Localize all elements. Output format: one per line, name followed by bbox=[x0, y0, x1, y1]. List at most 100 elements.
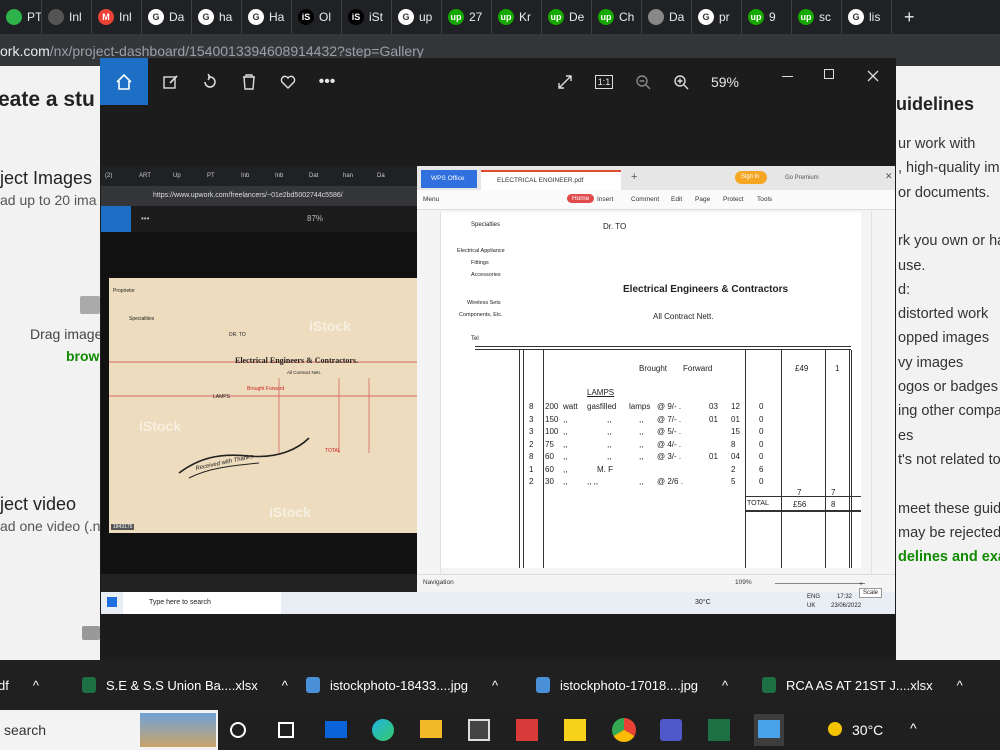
chevron-up-icon[interactable]: ^ bbox=[33, 678, 39, 693]
browser-tab[interactable]: up Ch bbox=[592, 0, 642, 34]
browser-tab[interactable]: iS Ol bbox=[292, 0, 342, 34]
browser-tab[interactable]: G Ha bbox=[242, 0, 292, 34]
doc-row-type: lamps bbox=[629, 402, 651, 411]
wps-app-tab[interactable]: WPS Office bbox=[421, 170, 477, 188]
zoom-slider[interactable] bbox=[775, 583, 865, 584]
browser-tab-label: iSt bbox=[369, 10, 384, 24]
browse-link[interactable]: brow bbox=[66, 348, 99, 364]
browser-tab-label: Da bbox=[169, 10, 185, 24]
download-item[interactable]: istockphoto-18433....jpg ^ bbox=[306, 660, 498, 710]
wps-menu-tools[interactable]: Tools bbox=[757, 196, 772, 203]
chrome-icon[interactable] bbox=[612, 718, 636, 742]
browser-tab[interactable]: up De bbox=[542, 0, 592, 34]
doc-row-qty: 2 bbox=[529, 439, 534, 449]
zoom-plus-icon[interactable]: + bbox=[859, 581, 863, 588]
maximize-button[interactable] bbox=[818, 58, 840, 105]
new-tab-button[interactable]: + bbox=[631, 171, 637, 183]
browser-tab[interactable]: Da bbox=[642, 0, 692, 34]
drag-image-text: Drag image bbox=[30, 326, 103, 342]
search-box[interactable]: search bbox=[0, 710, 218, 750]
browser-tab[interactable]: PT bbox=[0, 0, 42, 34]
navigation-button[interactable]: Navigation bbox=[423, 579, 454, 586]
inner-tab: Inb bbox=[241, 173, 250, 179]
download-item[interactable]: istockphoto-17018....jpg ^ bbox=[536, 660, 728, 710]
browser-tab[interactable]: Gha bbox=[192, 0, 242, 34]
doc-row-unit: ,, bbox=[563, 477, 568, 486]
doc-row-pounds: 01 bbox=[709, 452, 718, 461]
cortana-icon[interactable] bbox=[230, 722, 246, 738]
sign-in-button[interactable]: Sign in bbox=[735, 171, 767, 184]
browser-tab[interactable]: Gpr bbox=[692, 0, 742, 34]
task-view-icon[interactable] bbox=[278, 722, 294, 738]
download-item[interactable]: S.E & S.S Union Ba....xlsx ^ bbox=[82, 660, 288, 710]
close-button[interactable] bbox=[862, 58, 884, 105]
doc-column-line bbox=[543, 350, 544, 568]
doc-row-qty: 2 bbox=[529, 477, 534, 486]
fullscreen-button[interactable] bbox=[554, 58, 576, 105]
edit-image-button[interactable] bbox=[160, 58, 182, 105]
download-item[interactable]: df ^ bbox=[0, 660, 39, 710]
zoom-out-button[interactable] bbox=[632, 58, 654, 105]
minimize-icon bbox=[781, 76, 793, 77]
new-tab-button[interactable]: + bbox=[892, 0, 921, 34]
excel-icon[interactable] bbox=[708, 719, 730, 741]
more-options-button[interactable]: ••• bbox=[315, 58, 339, 105]
wps-menu-comment[interactable]: Comment bbox=[631, 196, 659, 203]
doc-row-pounds: 01 bbox=[709, 414, 718, 424]
teams-icon[interactable] bbox=[660, 719, 682, 741]
delete-button[interactable] bbox=[238, 58, 260, 105]
browser-tab[interactable]: Inl bbox=[42, 0, 92, 34]
favorite-button[interactable] bbox=[277, 58, 299, 105]
doc-row-qty: 1 bbox=[529, 464, 534, 474]
download-item[interactable]: RCA AS AT 21ST J....xlsx ^ bbox=[762, 660, 963, 710]
home-icon bbox=[116, 73, 132, 90]
browser-tab[interactable]: up 27 bbox=[442, 0, 492, 34]
chevron-up-icon[interactable]: ^ bbox=[282, 678, 288, 693]
wps-menu-edit[interactable]: Edit bbox=[671, 196, 682, 203]
wps-menu-protect[interactable]: Protect bbox=[723, 196, 744, 203]
zoom-in-button[interactable] bbox=[670, 58, 692, 105]
wps-menu-menu[interactable]: Menu bbox=[423, 196, 439, 203]
actual-size-button[interactable]: 1:1 bbox=[592, 58, 616, 105]
image-icon bbox=[306, 677, 320, 693]
browser-tab[interactable]: iS iSt bbox=[342, 0, 392, 34]
chevron-up-icon[interactable]: ^ bbox=[492, 678, 498, 693]
file-explorer-icon[interactable] bbox=[420, 720, 442, 738]
browser-tab[interactable]: Gup bbox=[392, 0, 442, 34]
wps-menu-home[interactable]: Home bbox=[567, 194, 595, 203]
inner-tab: ART bbox=[139, 173, 151, 179]
mail-icon[interactable] bbox=[325, 721, 347, 738]
excel-icon bbox=[82, 677, 96, 693]
chevron-up-icon[interactable]: ^ bbox=[722, 678, 728, 693]
rotate-button[interactable] bbox=[199, 58, 221, 105]
browser-tab[interactable]: up 9 bbox=[742, 0, 792, 34]
browser-tab-label: 9 bbox=[769, 10, 776, 24]
browser-tab[interactable]: G Da bbox=[142, 0, 192, 34]
doc-row-pence: 0 bbox=[759, 477, 764, 486]
chevron-up-icon[interactable]: ^ bbox=[957, 678, 963, 693]
edge-icon[interactable] bbox=[372, 719, 394, 741]
minimize-button[interactable] bbox=[776, 58, 798, 105]
wps-doc-tab[interactable]: ELECTRICAL ENGINEER.pdf bbox=[481, 170, 621, 190]
wps-menu-insert[interactable]: Insert bbox=[597, 196, 613, 203]
doc-row-shillings: 15 bbox=[731, 427, 740, 436]
wps-menu-page[interactable]: Page bbox=[695, 196, 710, 203]
wps-close-icon[interactable]: ✕ bbox=[885, 171, 893, 182]
show-hidden-icons[interactable]: ^ bbox=[910, 720, 917, 736]
sticky-notes-icon[interactable] bbox=[564, 719, 586, 741]
upload-images-hint: ad up to 20 ima bbox=[0, 192, 97, 208]
go-premium-link[interactable]: Go Premium bbox=[785, 175, 819, 181]
wps-taskbar-icon[interactable] bbox=[516, 719, 538, 741]
store-icon[interactable] bbox=[468, 719, 490, 741]
photos-icon-active[interactable] bbox=[754, 714, 784, 746]
inner-tab: han bbox=[343, 173, 354, 179]
doc-row-desc: ,, bbox=[607, 439, 612, 449]
zoom-out-icon bbox=[636, 74, 651, 89]
browser-tab[interactable]: up Kr bbox=[492, 0, 542, 34]
browser-tab[interactable]: up sc bbox=[792, 0, 842, 34]
calendar-icon bbox=[48, 9, 64, 25]
browser-tab[interactable]: Glis bbox=[842, 0, 892, 34]
home-button[interactable] bbox=[100, 58, 148, 105]
browser-tab[interactable]: M Inl bbox=[92, 0, 142, 34]
wps-left-toolbar bbox=[417, 212, 441, 574]
